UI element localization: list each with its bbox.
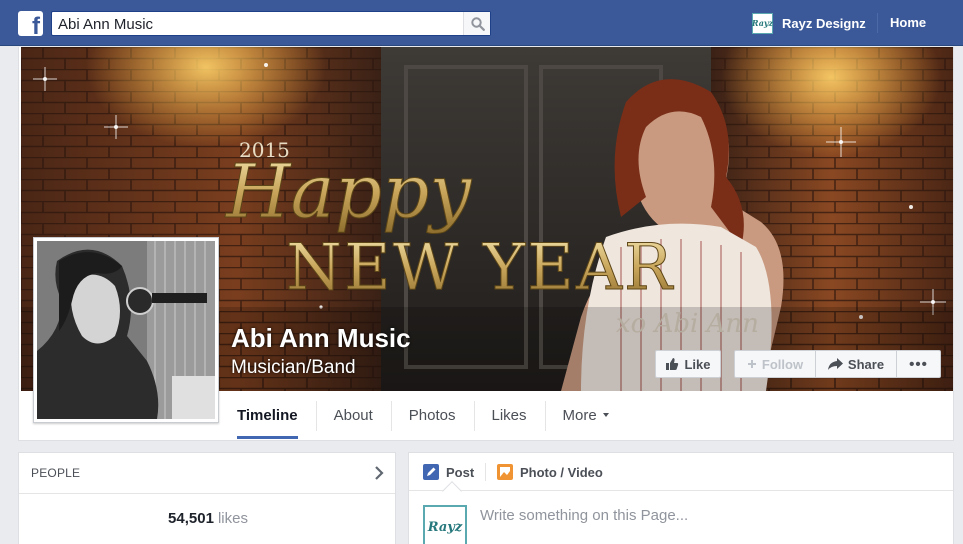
composer-tab-photo-video[interactable]: Photo / Video [497,453,603,491]
likes-count: 54,501 [168,510,214,527]
more-options-button[interactable]: ••• [896,350,941,378]
people-title: PEOPLE [31,466,81,480]
share-button[interactable]: Share [815,350,897,378]
caret-down-icon [602,413,609,417]
profile-avatar: Rayz [752,12,773,34]
cover-happy-text: Happy [224,149,472,235]
tab-likes[interactable]: Likes [473,391,545,439]
likes-count-line: 54,501 likes [19,510,397,527]
thumbs-up-icon [666,358,679,370]
page-tabs: Timeline About Photos Likes More [219,391,627,439]
home-link[interactable]: Home [890,15,926,30]
cover-new-year-text: NEW YEAR [286,231,674,305]
page-header-card: 2015 Happy NEW YEAR xo Abi Ann Abi Ann M… [18,47,954,441]
post-composer: Post Photo / Video Rayz [408,452,954,544]
top-navigation-bar: f Rayz Rayz Designz Home [0,0,963,46]
people-header[interactable]: PEOPLE [19,453,395,494]
tab-photos[interactable]: Photos [390,391,474,439]
page-name[interactable]: Abi Ann Music [231,323,411,354]
search-button[interactable] [463,12,490,35]
page-category[interactable]: Musician/Band [231,357,356,379]
profile-photo [37,241,215,419]
like-button[interactable]: Like [655,350,721,378]
nav-divider [877,13,878,33]
profile-name: Rayz Designz [782,15,866,31]
composer-tab-divider [485,463,486,481]
chevron-right-icon[interactable] [374,466,384,480]
search-input[interactable] [58,15,458,33]
photo-icon [497,464,513,480]
profile-link[interactable]: Rayz Rayz Designz [752,12,866,34]
likes-label: likes [217,510,248,527]
search-box [51,11,491,36]
search-icon [471,17,485,31]
tab-about[interactable]: About [315,391,391,439]
follow-button-label: Follow [761,356,804,372]
pencil-icon [423,464,439,480]
facebook-logo-icon[interactable]: f [18,11,43,36]
follow-button[interactable]: Follow [734,350,816,378]
profile-picture[interactable] [33,237,219,423]
composer-input[interactable] [480,507,920,524]
share-button-label: Share [847,356,885,372]
tab-timeline[interactable]: Timeline [219,391,316,439]
composer-avatar: Rayz [423,505,467,544]
plus-icon [747,360,756,368]
tab-more[interactable]: More [544,391,627,439]
like-button-label: Like [684,356,711,372]
more-dots-icon: ••• [909,355,928,373]
composer-tabs: Post Photo / Video [409,453,953,501]
people-card: PEOPLE 54,501 likes [18,452,396,544]
share-arrow-icon [827,358,843,370]
